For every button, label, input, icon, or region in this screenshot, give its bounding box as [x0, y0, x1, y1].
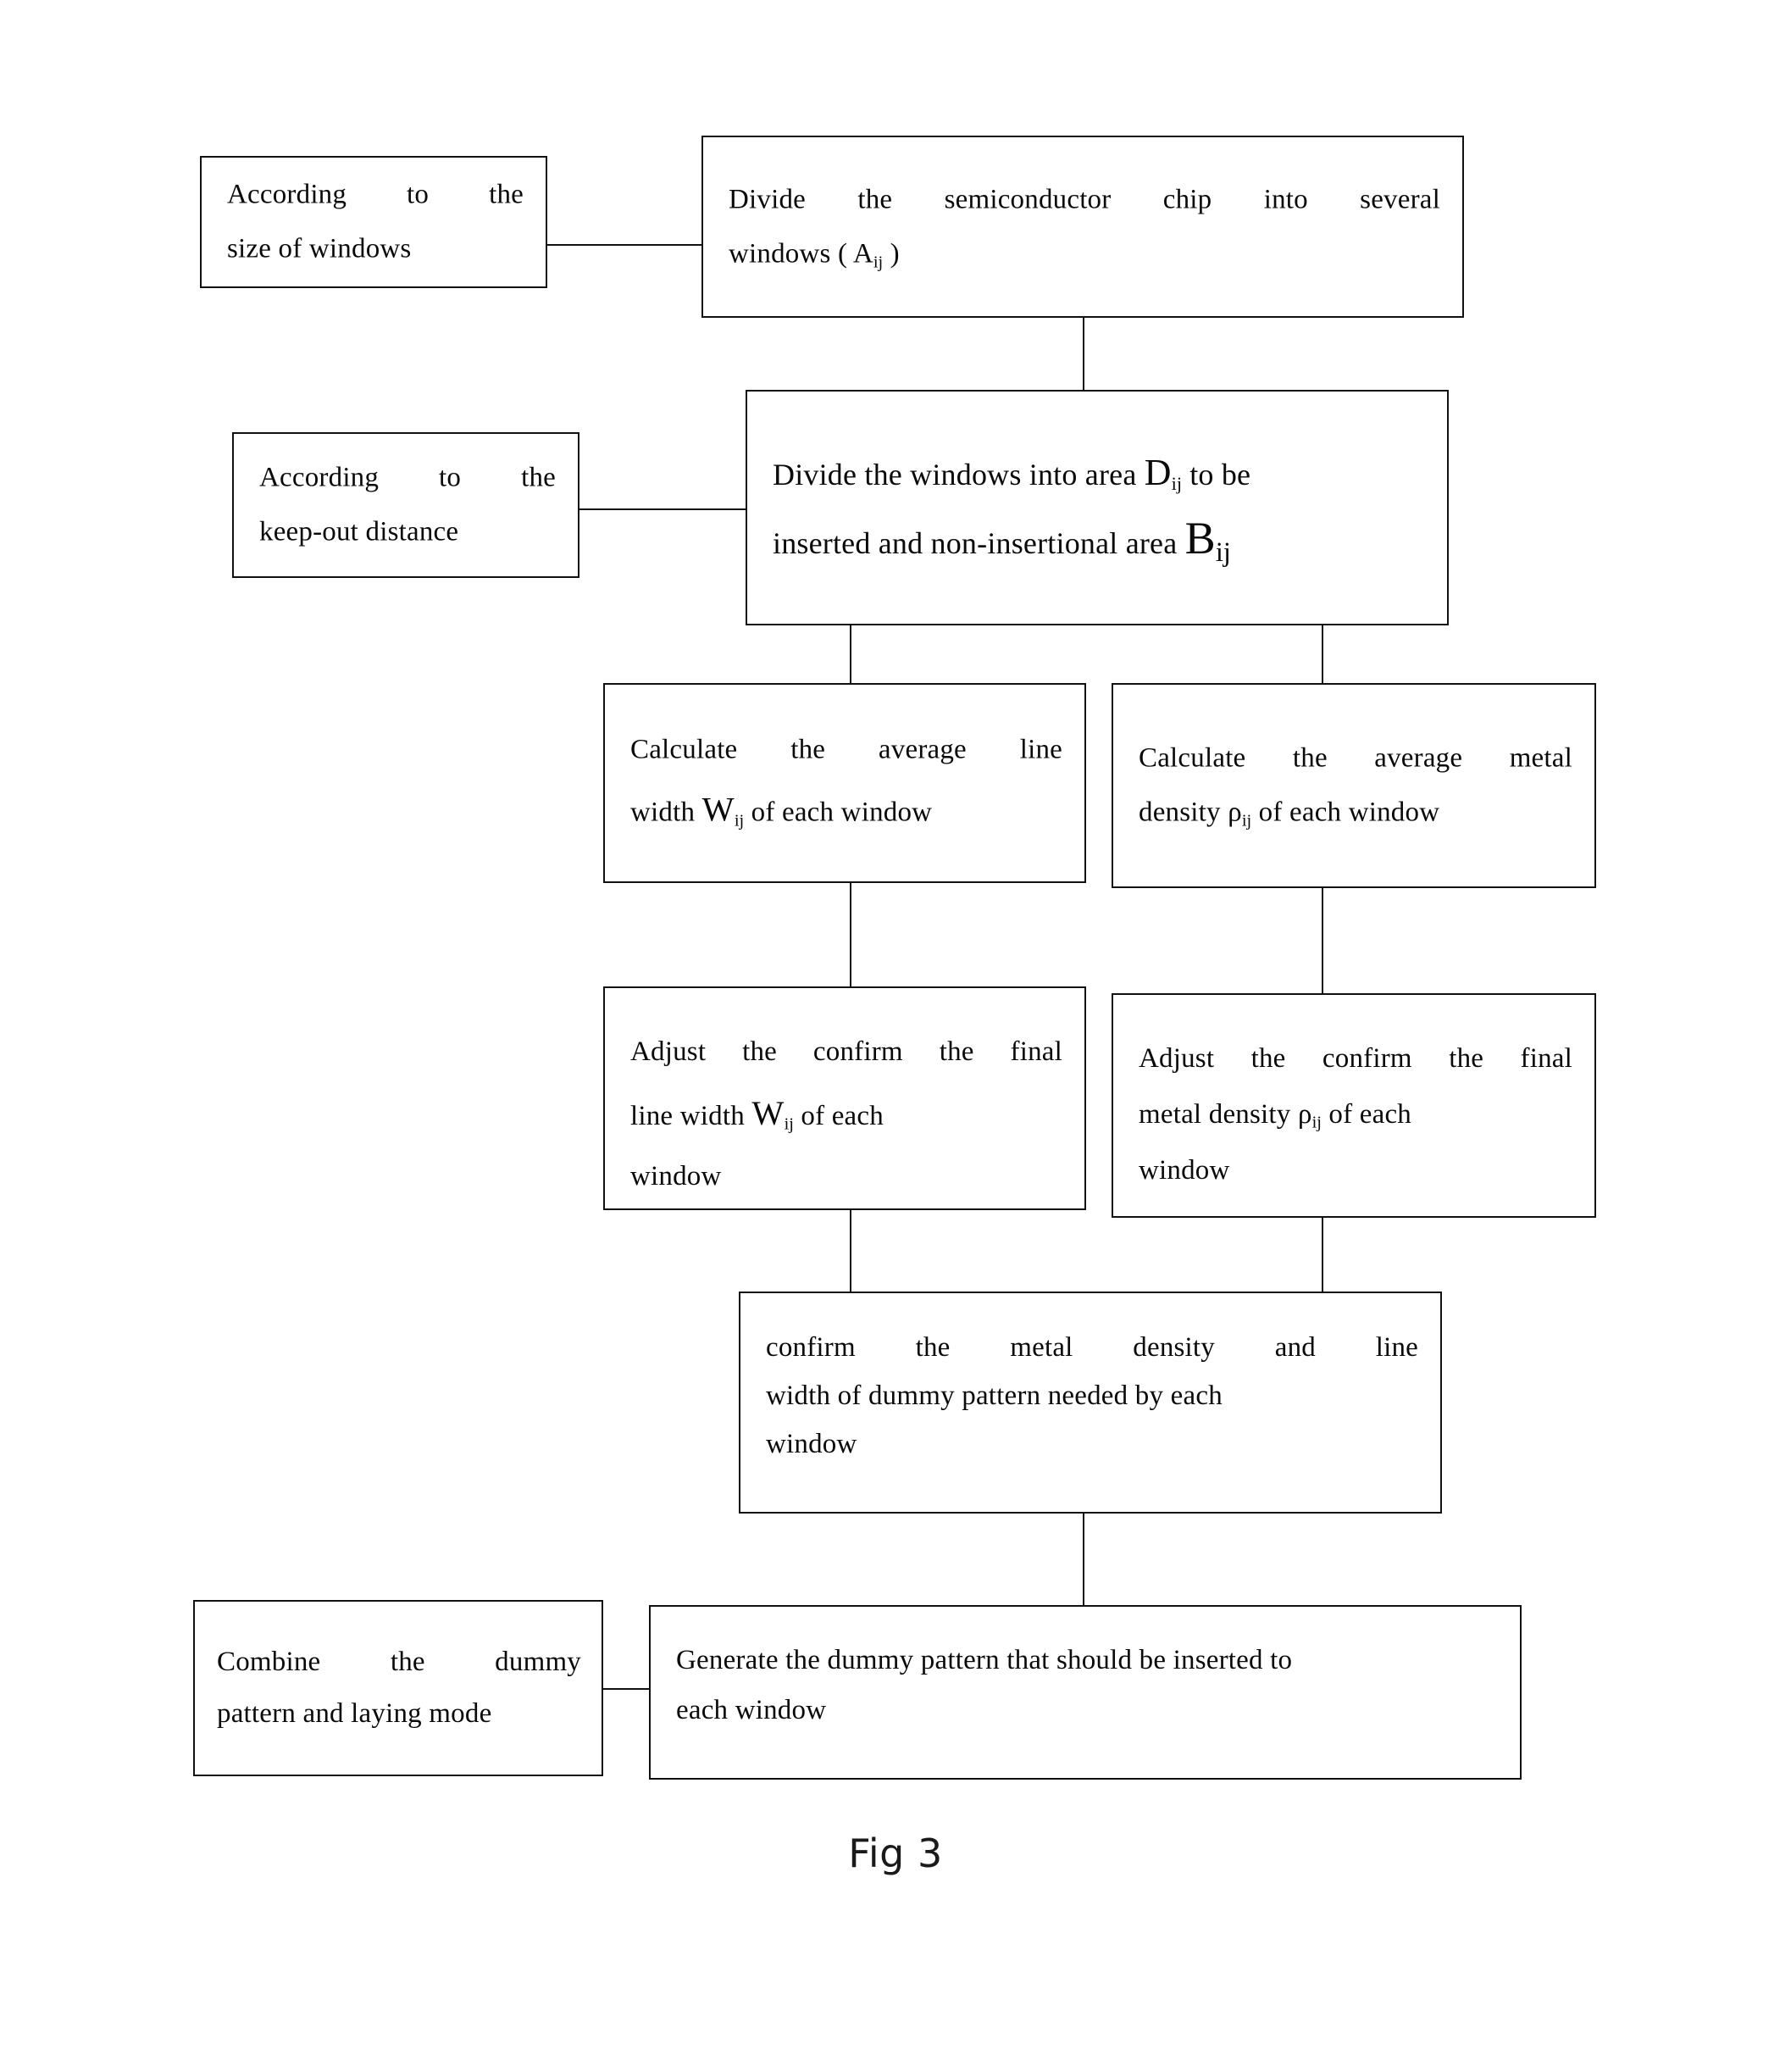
node-adjust-linewidth-line1: Adjust the confirm the final	[630, 1036, 1062, 1067]
node-adjust-density-line3: window	[1139, 1155, 1230, 1186]
node-divide-chip-line2: windows ( Aij )	[729, 238, 900, 272]
variable-W-final-subscript: ij	[784, 1114, 794, 1134]
node-adjust-density-text: Adjust the confirm the final metal densi…	[1139, 1030, 1572, 1198]
node-confirm-dummy-line1: confirm the metal density and line	[766, 1332, 1418, 1363]
node-according-to-keep-out-distance[interactable]: According to the keep-out distance	[232, 432, 579, 578]
node-divide-windows-line2: inserted and non-insertional area Bij	[773, 513, 1231, 569]
variable-B: B	[1184, 513, 1216, 564]
node-divide-chip-text: Divide the semiconductor chip into sever…	[729, 172, 1440, 281]
node-confirm-dummy-pattern-parameters[interactable]: confirm the metal density and line width…	[739, 1292, 1442, 1514]
node-divide-windows-into-areas[interactable]: Divide the windows into area Dij to be i…	[746, 390, 1449, 625]
node-adjust-linewidth-line3: window	[630, 1160, 722, 1192]
node-calc-density-text: Calculate the average metal density ρij …	[1139, 731, 1572, 841]
node-adjust-linewidth-line2: line width Wij of each	[630, 1094, 884, 1134]
node-generate-dummy-line1: Generate the dummy pattern that should b…	[676, 1645, 1293, 1675]
node-calc-linewidth-line2: width Wij of each window	[630, 790, 933, 830]
node-confirm-dummy-line3: window	[766, 1428, 857, 1459]
connector-according-size-to-divide-chip	[546, 244, 701, 246]
variable-rho-subscript: ij	[1241, 811, 1252, 830]
node-according-size-text: According to the size of windows	[227, 168, 524, 277]
node-calculate-average-line-width[interactable]: Calculate the average line width Wij of …	[603, 683, 1086, 883]
node-calc-density-line1: Calculate the average metal	[1139, 742, 1572, 774]
connector-combine-to-generate	[603, 1688, 649, 1690]
connector-divide-chip-down	[1083, 318, 1084, 390]
node-combine-dummy-pattern-and-laying-mode[interactable]: Combine the dummy pattern and laying mod…	[193, 1600, 603, 1776]
node-generate-dummy-text: Generate the dummy pattern that should b…	[676, 1636, 1498, 1736]
node-confirm-dummy-line2: width of dummy pattern needed by each	[766, 1380, 1223, 1411]
node-adjust-confirm-final-metal-density[interactable]: Adjust the confirm the final metal densi…	[1112, 993, 1596, 1218]
node-calc-linewidth-line1: Calculate the average line	[630, 734, 1062, 765]
node-divide-semiconductor-chip[interactable]: Divide the semiconductor chip into sever…	[701, 136, 1464, 318]
connector-calc-linewidth-to-adjust-linewidth	[850, 883, 851, 986]
node-combine-dummy-text: Combine the dummy pattern and laying mod…	[217, 1636, 581, 1740]
node-adjust-confirm-final-line-width[interactable]: Adjust the confirm the final line width …	[603, 986, 1086, 1210]
variable-D-subscript: ij	[1171, 473, 1183, 495]
variable-D: D	[1144, 451, 1172, 493]
flowchart-canvas: According to the size of windows Divide …	[0, 0, 1791, 2072]
node-generate-dummy-line2: each window	[676, 1695, 827, 1726]
variable-rho: ρ	[1228, 797, 1242, 828]
node-keepout-text: According to the keep-out distance	[259, 451, 556, 560]
node-according-size-line2: size of windows	[227, 234, 412, 264]
node-divide-chip-subscript: ij	[873, 253, 884, 272]
connector-adjust-linewidth-to-confirm	[850, 1210, 851, 1295]
node-keepout-line1: According to the	[259, 462, 556, 493]
node-adjust-density-line1: Adjust the confirm the final	[1139, 1043, 1572, 1074]
node-calculate-average-metal-density[interactable]: Calculate the average metal density ρij …	[1112, 683, 1596, 888]
node-divide-chip-line1: Divide the semiconductor chip into sever…	[729, 184, 1440, 215]
node-according-size-line1: According to the	[227, 179, 524, 210]
node-adjust-linewidth-text: Adjust the confirm the final line width …	[630, 1024, 1062, 1204]
connector-keepout-to-divide-windows	[579, 508, 746, 510]
variable-W-subscript: ij	[734, 811, 745, 830]
variable-B-subscript: ij	[1215, 537, 1231, 569]
variable-rho-final: ρ	[1297, 1099, 1312, 1130]
node-according-to-size-of-windows[interactable]: According to the size of windows	[200, 156, 547, 288]
node-keepout-line2: keep-out distance	[259, 517, 459, 547]
node-combine-dummy-line2: pattern and laying mode	[217, 1698, 492, 1729]
node-calc-density-line2: density ρij of each window	[1139, 797, 1440, 830]
node-combine-dummy-line1: Combine the dummy	[217, 1646, 582, 1677]
variable-W: W	[701, 790, 735, 829]
node-generate-dummy-pattern[interactable]: Generate the dummy pattern that should b…	[649, 1605, 1522, 1780]
figure-caption: Fig 3	[848, 1830, 943, 1876]
node-calc-linewidth-text: Calculate the average line width Wij of …	[630, 723, 1062, 844]
node-divide-windows-line1: Divide the windows into area Dij to be	[773, 451, 1251, 495]
node-divide-windows-text: Divide the windows into area Dij to be i…	[773, 434, 1425, 581]
node-adjust-density-line2: metal density ρij of each	[1139, 1099, 1411, 1132]
variable-W-final: W	[751, 1094, 785, 1132]
connector-confirm-to-generate	[1083, 1514, 1084, 1605]
connector-adjust-density-to-confirm	[1322, 1218, 1323, 1295]
connector-calc-density-to-adjust-density	[1322, 888, 1323, 993]
node-confirm-dummy-text: confirm the metal density and line width…	[766, 1324, 1418, 1468]
variable-rho-final-subscript: ij	[1311, 1113, 1322, 1132]
